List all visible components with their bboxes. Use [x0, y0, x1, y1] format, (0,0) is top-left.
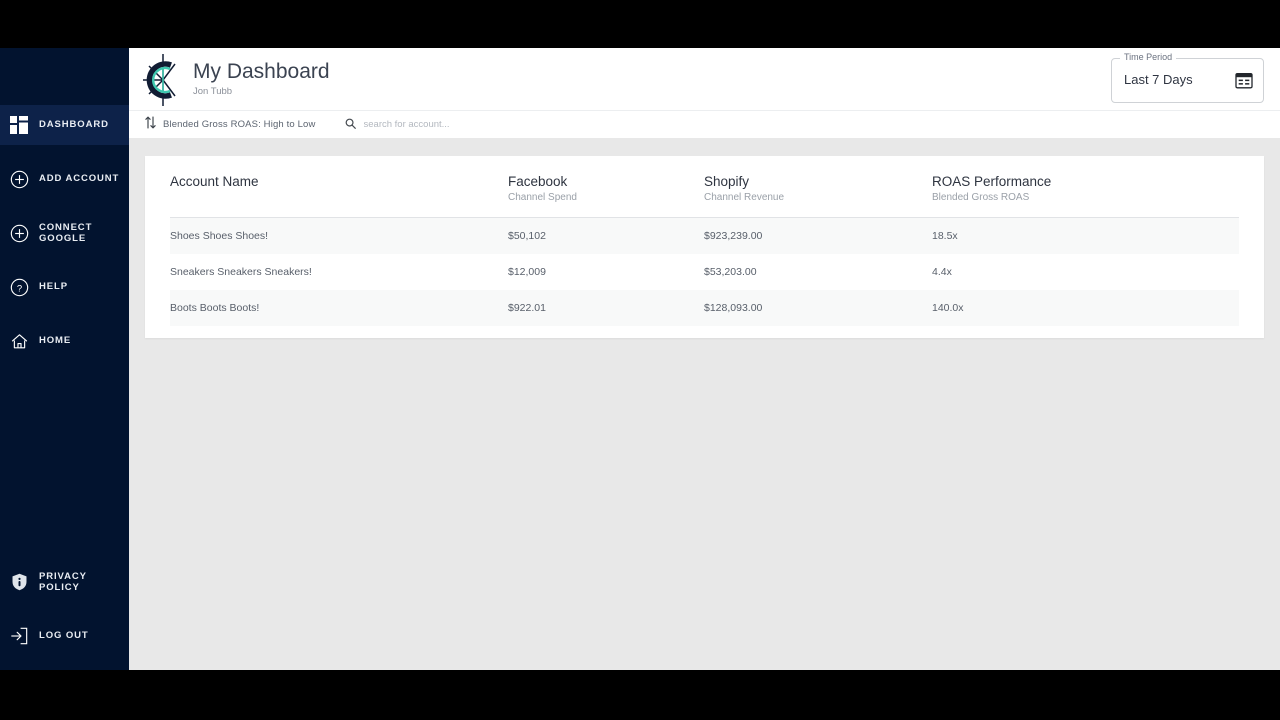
logout-arrow-icon	[9, 626, 29, 646]
home-icon	[9, 331, 29, 351]
table-head: Account Name Facebook Channel Spend Shop…	[170, 156, 1239, 218]
cell-roas: 4.4x	[932, 266, 952, 278]
accounts-card-wrapper: Account Name Facebook Channel Spend Shop…	[129, 138, 1280, 338]
accounts-card: Account Name Facebook Channel Spend Shop…	[145, 156, 1264, 338]
sidebar-item-label: DASHBOARD	[39, 119, 109, 131]
sort-label: Blended Gross ROAS: High to Low	[163, 119, 316, 130]
list-toolbar: Blended Gross ROAS: High to Low	[129, 110, 1280, 138]
column-header-account-name[interactable]: Account Name	[170, 156, 508, 218]
sort-control[interactable]: Blended Gross ROAS: High to Low	[145, 116, 316, 134]
column-header-roas-performance[interactable]: ROAS Performance Blended Gross ROAS	[932, 156, 1239, 218]
time-period-label: Time Period	[1120, 52, 1177, 63]
sidebar-item-privacy-policy[interactable]: PRIVACY POLICY	[0, 562, 129, 602]
plus-circle-icon	[9, 223, 29, 243]
app-root: DASHBOARD ADD ACCOUNT CONNECT GOOGLE ? H…	[0, 48, 1280, 670]
question-circle-icon: ?	[9, 277, 29, 297]
sidebar-item-label: LOG OUT	[39, 630, 89, 642]
cell-account-name: Sneakers Sneakers Sneakers!	[170, 266, 312, 278]
cell-roas: 140.0x	[932, 290, 1239, 326]
column-header-shopify[interactable]: Shopify Channel Revenue	[704, 156, 932, 218]
plus-circle-icon	[9, 169, 29, 189]
table-body: Shoes Shoes Shoes! $50,102 $923,239.00 1…	[170, 217, 1239, 326]
browser-top-chrome-bar	[0, 0, 1280, 48]
brand-block: My Dashboard Jon Tubb	[141, 50, 330, 108]
calendar-icon[interactable]	[1235, 71, 1253, 89]
sidebar-item-dashboard[interactable]: DASHBOARD	[0, 105, 129, 145]
svg-text:?: ?	[16, 283, 21, 294]
table-row[interactable]: Sneakers Sneakers Sneakers! $12,009 $53,…	[170, 254, 1239, 290]
sidebar-secondary-nav: PRIVACY POLICY LOG OUT	[0, 562, 129, 656]
accounts-table: Account Name Facebook Channel Spend Shop…	[170, 156, 1239, 326]
cell-channel-revenue: $53,203.00	[704, 266, 757, 278]
cell-roas: 18.5x	[932, 217, 1239, 254]
search-input[interactable]	[363, 119, 544, 130]
header-titles: My Dashboard Jon Tubb	[193, 59, 330, 99]
sidebar-item-label: CONNECT GOOGLE	[39, 221, 93, 245]
dashboard-grid-icon	[9, 115, 29, 135]
sidebar-item-connect-google[interactable]: CONNECT GOOGLE	[0, 213, 129, 253]
sidebar-item-log-out[interactable]: LOG OUT	[0, 616, 129, 656]
main-content: My Dashboard Jon Tubb Time Period Last 7…	[129, 48, 1280, 670]
cell-channel-revenue: $923,239.00	[704, 217, 932, 254]
shield-info-icon	[9, 572, 29, 592]
table-row[interactable]: Boots Boots Boots! $922.01 $128,093.00 1…	[170, 290, 1239, 326]
browser-bottom-chrome-bar	[0, 670, 1280, 720]
column-title: Facebook	[508, 174, 568, 189]
cell-channel-spend: $12,009	[508, 266, 546, 278]
sidebar-primary-nav: DASHBOARD ADD ACCOUNT CONNECT GOOGLE ? H…	[0, 48, 129, 361]
sidebar-item-label: HELP	[39, 281, 68, 293]
sidebar-item-label: ADD ACCOUNT	[39, 173, 120, 185]
column-title: ROAS Performance	[932, 174, 1052, 189]
column-subtitle: Channel Revenue	[704, 192, 785, 203]
cell-account-name: Boots Boots Boots!	[170, 290, 508, 326]
page-title: My Dashboard	[193, 60, 330, 83]
sidebar-item-add-account[interactable]: ADD ACCOUNT	[0, 159, 129, 199]
sidebar-item-help[interactable]: ? HELP	[0, 267, 129, 307]
sidebar-item-home[interactable]: HOME	[0, 321, 129, 361]
cell-account-name: Shoes Shoes Shoes!	[170, 217, 508, 254]
sidebar-navigation: DASHBOARD ADD ACCOUNT CONNECT GOOGLE ? H…	[0, 48, 129, 670]
sidebar-item-label: HOME	[39, 335, 72, 347]
column-header-facebook[interactable]: Facebook Channel Spend	[508, 156, 704, 218]
page-header: My Dashboard Jon Tubb Time Period Last 7…	[129, 48, 1280, 110]
search-control[interactable]	[345, 116, 544, 134]
column-subtitle: Blended Gross ROAS	[932, 192, 1030, 203]
sidebar-item-label: PRIVACY POLICY	[39, 570, 87, 594]
table-header-row: Account Name Facebook Channel Spend Shop…	[170, 156, 1239, 218]
cell-channel-revenue: $128,093.00	[704, 290, 932, 326]
column-subtitle: Channel Spend	[508, 192, 577, 203]
table-row[interactable]: Shoes Shoes Shoes! $50,102 $923,239.00 1…	[170, 217, 1239, 254]
column-title: Account Name	[170, 174, 259, 189]
time-period-select[interactable]: Time Period Last 7 Days	[1111, 52, 1264, 103]
cell-channel-spend: $922.01	[508, 290, 704, 326]
page-subtitle-username: Jon Tubb	[193, 86, 233, 97]
compass-logo-icon	[141, 52, 185, 108]
time-period-value: Last 7 Days	[1124, 72, 1193, 87]
cell-channel-spend: $50,102	[508, 217, 704, 254]
search-icon	[345, 116, 356, 134]
sort-arrows-icon	[145, 116, 156, 134]
column-title: Shopify	[704, 174, 750, 189]
